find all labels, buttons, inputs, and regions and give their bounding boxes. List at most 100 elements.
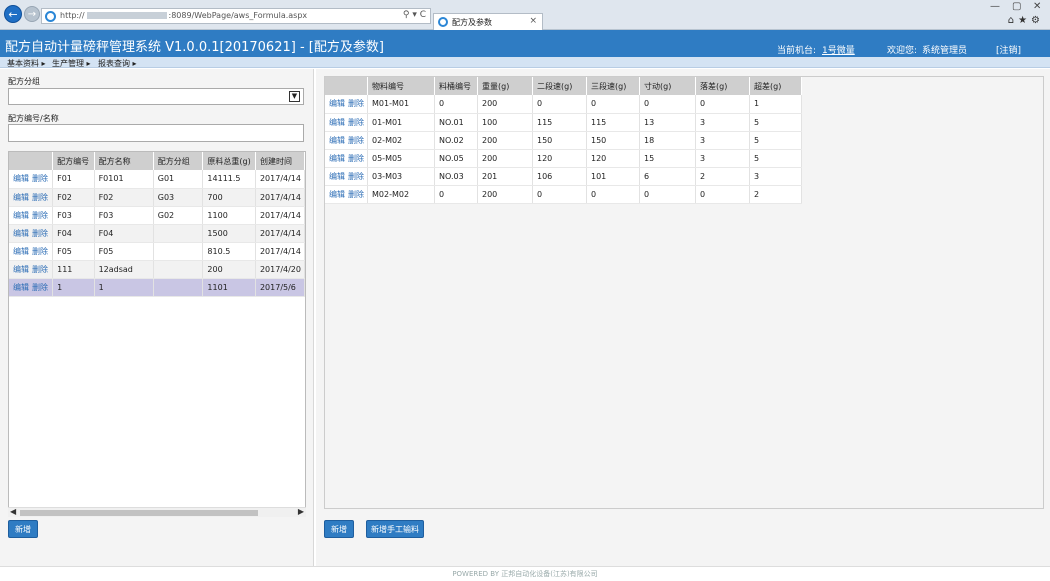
col-group: 配方分组 [153,152,204,170]
horizontal-scrollbar[interactable]: ◀ ▶ [8,507,306,517]
delete-link[interactable]: 删除 [348,118,364,127]
group-select[interactable]: ▼ [8,88,304,105]
delete-link[interactable]: 删除 [32,247,48,256]
cell-weight: 200 [477,185,533,204]
cell-code: F04 [52,224,95,243]
machine-link[interactable]: 1号微量 [822,43,855,56]
scroll-right-icon[interactable]: ▶ [298,507,304,516]
scrollbar-thumb[interactable] [20,510,258,516]
cell-over: 5 [749,131,802,150]
cell-inching: 18 [639,131,696,150]
delete-link[interactable]: 删除 [348,136,364,145]
cell-name: F04 [94,224,154,243]
cell-drop: 3 [695,131,750,150]
table-row[interactable]: 编辑 删除 111 12adsad 200 2017/4/20 [9,260,305,279]
cell-group: G03 [153,188,204,207]
cell-code: F03 [52,206,95,225]
edit-link[interactable]: 编辑 [13,211,29,220]
browser-tab[interactable]: 配方及参数 × [433,13,543,30]
col-actions [325,77,368,95]
minimize-icon[interactable]: — [990,1,1000,12]
add-formula-button[interactable]: 新增 [8,520,38,538]
cell-code: 1 [52,278,95,297]
edit-link[interactable]: 编辑 [13,174,29,183]
delete-link[interactable]: 删除 [348,99,364,108]
cell-speed2: 150 [532,131,587,150]
left-panel: 配方分组 ▼ 配方编号/名称 配方编号 配方名称 配方分组 原料总重(g) 创建… [0,69,314,566]
edit-link[interactable]: 编辑 [13,193,29,202]
add-material-button[interactable]: 新增 [324,520,354,538]
col-created: 创建时间 [255,152,305,170]
back-arrow-icon[interactable]: ← [4,5,22,23]
delete-link[interactable]: 删除 [32,283,48,292]
cell-weight: 1101 [202,278,256,297]
delete-link[interactable]: 删除 [32,265,48,274]
maximize-icon[interactable]: ▢ [1012,1,1021,12]
add-manual-feed-button[interactable]: 新增手工输料 [366,520,424,538]
tab-close-icon[interactable]: × [529,16,537,26]
edit-link[interactable]: 编辑 [329,154,345,163]
edit-link[interactable]: 编辑 [13,265,29,274]
cell-weight: 1500 [202,224,256,243]
cell-bucket: NO.03 [434,167,478,186]
url-redacted-block [86,12,167,19]
row-actions: 编辑 删除 [9,206,54,225]
edit-link[interactable]: 编辑 [13,283,29,292]
code-search-input[interactable] [8,124,304,142]
table-row[interactable]: 编辑 删除 F01 F0101 G01 14111.5 2017/4/14 [9,170,305,189]
table-row[interactable]: 编辑 删除 02-M02 NO.02 200 150 150 18 3 5 [325,131,802,150]
address-tools-icon[interactable]: ⚲ ▾ C [403,10,426,20]
table-row[interactable]: 编辑 删除 1 1 1101 2017/5/6 [9,278,305,297]
cell-speed3: 0 [586,185,640,204]
cell-speed3: 150 [586,131,640,150]
cell-speed3: 0 [586,95,640,114]
table-row[interactable]: 编辑 删除 F05 F05 810.5 2017/4/14 [9,242,305,261]
table-row[interactable]: 编辑 删除 M01-M01 0 200 0 0 0 0 1 [325,95,802,114]
delete-link[interactable]: 删除 [32,193,48,202]
tab-title: 配方及参数 [452,18,492,27]
delete-link[interactable]: 删除 [32,174,48,183]
menu-reports[interactable]: 报表查询 ▸ [98,58,137,69]
forward-arrow-icon[interactable]: → [24,6,40,22]
col-weight: 重量(g) [477,77,533,95]
cell-drop: 0 [695,95,750,114]
cell-speed2: 115 [532,113,587,132]
window-close-icon[interactable]: ✕ [1033,1,1041,12]
cell-inching: 0 [639,95,696,114]
cell-weight: 14111.5 [202,170,256,189]
col-inching: 寸动(g) [639,77,696,95]
edit-link[interactable]: 编辑 [329,172,345,181]
delete-link[interactable]: 删除 [348,154,364,163]
logout-link[interactable]: [注销] [996,43,1021,56]
table-row[interactable]: 编辑 删除 M02-M02 0 200 0 0 0 0 2 [325,185,802,204]
menu-basic-data[interactable]: 基本资料 ▸ [7,58,46,69]
row-actions: 编辑 删除 [325,113,368,132]
right-panel: 物料编号 料桶编号 重量(g) 二段速(g) 三段速(g) 寸动(g) 落差(g… [316,69,1050,566]
edit-link[interactable]: 编辑 [13,229,29,238]
menu-production[interactable]: 生产管理 ▸ [52,58,91,69]
delete-link[interactable]: 删除 [348,190,364,199]
col-material: 物料编号 [367,77,435,95]
table-row[interactable]: 编辑 删除 01-M01 NO.01 100 115 115 13 3 5 [325,113,802,132]
edit-link[interactable]: 编辑 [329,99,345,108]
table-row[interactable]: 编辑 删除 05-M05 NO.05 200 120 120 15 3 5 [325,149,802,168]
edit-link[interactable]: 编辑 [329,118,345,127]
tab-ie-icon [438,17,448,27]
col-name: 配方名称 [94,152,154,170]
home-star-gear-icon[interactable]: ⌂★⚙ [1008,15,1044,26]
chevron-down-icon[interactable]: ▼ [289,91,300,102]
edit-link[interactable]: 编辑 [13,247,29,256]
table-row[interactable]: 编辑 删除 F02 F02 G03 700 2017/4/14 [9,188,305,207]
edit-link[interactable]: 编辑 [329,136,345,145]
table-row[interactable]: 编辑 删除 F03 F03 G02 1100 2017/4/14 [9,206,305,225]
cell-speed2: 120 [532,149,587,168]
cell-inching: 13 [639,113,696,132]
table-row[interactable]: 编辑 删除 03-M03 NO.03 201 106 101 6 2 3 [325,167,802,186]
delete-link[interactable]: 删除 [32,211,48,220]
scroll-left-icon[interactable]: ◀ [10,507,16,516]
table-row[interactable]: 编辑 删除 F04 F04 1500 2017/4/14 [9,224,305,243]
edit-link[interactable]: 编辑 [329,190,345,199]
address-bar[interactable]: http://:8089/WebPage/aws_Formula.aspx ⚲ … [41,8,431,24]
delete-link[interactable]: 删除 [348,172,364,181]
delete-link[interactable]: 删除 [32,229,48,238]
